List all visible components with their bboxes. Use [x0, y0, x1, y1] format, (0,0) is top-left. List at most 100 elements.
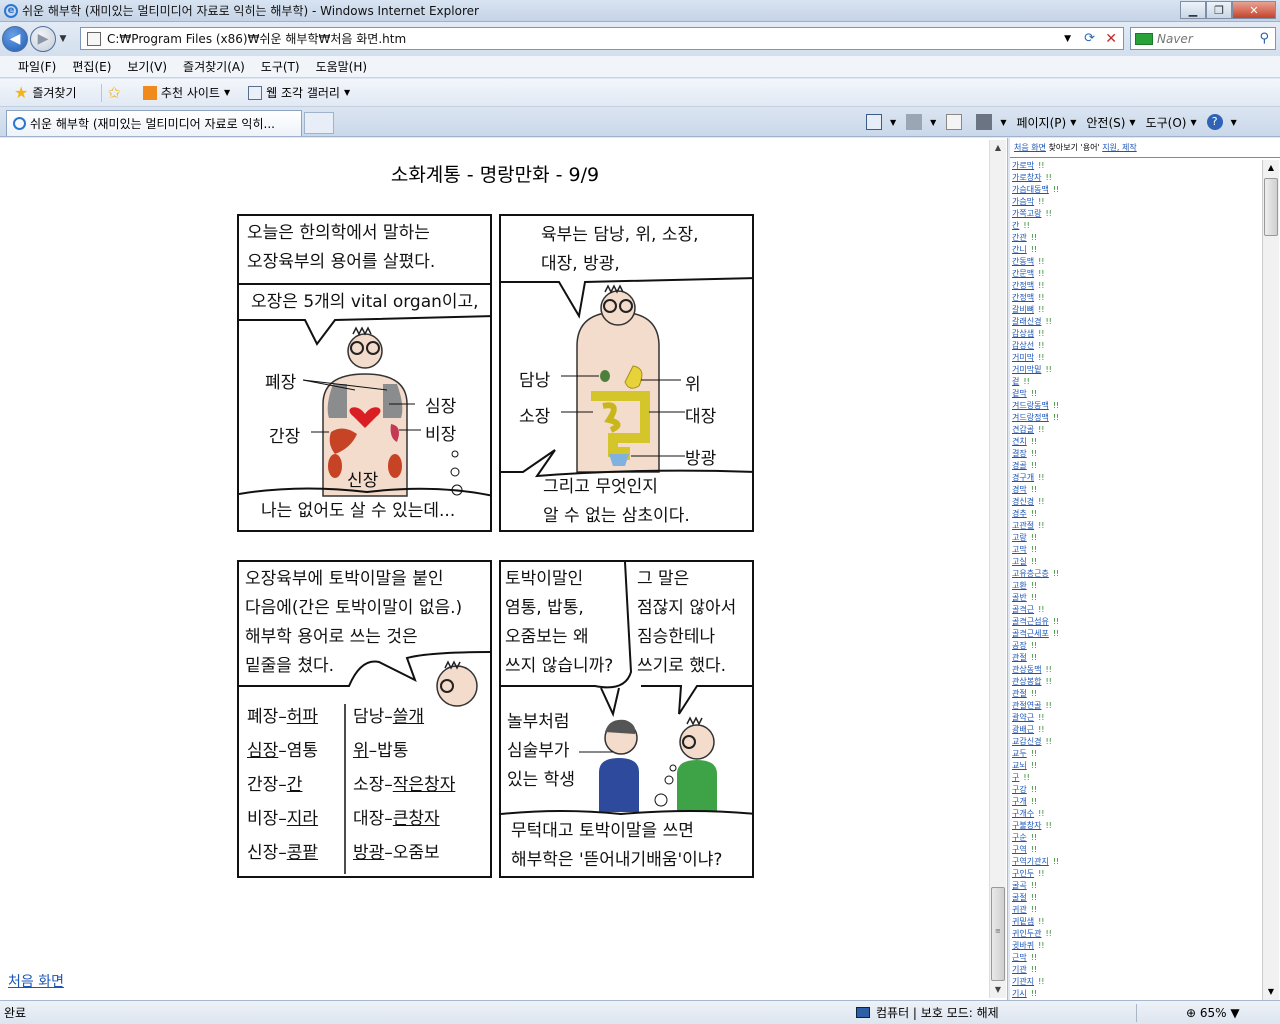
index-scroll-thumb[interactable]: [1264, 178, 1278, 236]
index-item-label[interactable]: 구인두: [1012, 869, 1034, 878]
index-item[interactable]: 가쪽고랑!!: [1012, 208, 1262, 220]
index-item-label[interactable]: 근막: [1012, 953, 1027, 962]
index-item-label[interactable]: 구불창자: [1012, 821, 1041, 830]
menu-file[interactable]: 파일(F): [18, 58, 56, 75]
index-item[interactable]: 관절!!: [1012, 688, 1262, 700]
index-item-label[interactable]: 경추: [1012, 509, 1027, 518]
index-item[interactable]: 갑상선!!: [1012, 340, 1262, 352]
security-zone[interactable]: 컴퓨터 | 보호 모드: 해제: [856, 1004, 999, 1021]
index-item-label[interactable]: 간정맥: [1012, 293, 1034, 302]
search-icon[interactable]: ⚲: [1259, 31, 1269, 46]
index-item[interactable]: 간니!!: [1012, 244, 1262, 256]
index-item[interactable]: 교감신경!!: [1012, 736, 1262, 748]
index-item-label[interactable]: 고막: [1012, 545, 1027, 554]
index-item-label[interactable]: 관상동맥: [1012, 665, 1041, 674]
index-item-label[interactable]: 골격근세포: [1012, 629, 1049, 638]
index-item[interactable]: 갑상샘!!: [1012, 328, 1262, 340]
print-button[interactable]: ▼: [976, 114, 1006, 130]
feeds-button[interactable]: ▼: [906, 114, 936, 130]
index-item[interactable]: 간문맥!!: [1012, 268, 1262, 280]
index-item-label[interactable]: 교뇌: [1012, 761, 1027, 770]
history-dropdown-icon[interactable]: ▼: [56, 34, 70, 44]
index-item[interactable]: 거미막!!: [1012, 352, 1262, 364]
index-scroll-down-icon[interactable]: ▼: [1263, 984, 1279, 1000]
index-item[interactable]: 경막!!: [1012, 484, 1262, 496]
index-item[interactable]: 기관!!: [1012, 964, 1262, 976]
index-item[interactable]: 거미막밑!!: [1012, 364, 1262, 376]
index-item-label[interactable]: 간정맥: [1012, 281, 1034, 290]
index-item-label[interactable]: 간니: [1012, 245, 1027, 254]
index-item[interactable]: 가로창자!!: [1012, 172, 1262, 184]
index-item[interactable]: 경추!!: [1012, 508, 1262, 520]
index-item-label[interactable]: 관절: [1012, 653, 1027, 662]
home-button[interactable]: ▼: [866, 114, 896, 130]
index-item-label[interactable]: 관상봉합: [1012, 677, 1041, 686]
index-item-label[interactable]: 구개수: [1012, 809, 1034, 818]
index-item-label[interactable]: 고유층근층: [1012, 569, 1049, 578]
suggested-sites-button[interactable]: 추천 사이트 ▼: [142, 84, 230, 101]
index-item[interactable]: 간정맥!!: [1012, 280, 1262, 292]
index-item[interactable]: 구역기관지!!: [1012, 856, 1262, 868]
back-button[interactable]: ◀: [2, 26, 28, 52]
favorites-button[interactable]: ★ 즐겨찾기: [14, 83, 77, 102]
index-item[interactable]: 겨드랑동맥!!: [1012, 400, 1262, 412]
index-item[interactable]: 간동맥!!: [1012, 256, 1262, 268]
index-item[interactable]: 겉막!!: [1012, 388, 1262, 400]
menu-edit[interactable]: 편집(E): [72, 58, 111, 75]
index-item[interactable]: 갈래신경!!: [1012, 316, 1262, 328]
index-item-label[interactable]: 가슴대동맥: [1012, 185, 1049, 194]
close-button[interactable]: ✕: [1232, 1, 1276, 19]
search-box[interactable]: ⚲: [1130, 27, 1276, 50]
index-item[interactable]: 경신경!!: [1012, 496, 1262, 508]
index-item-label[interactable]: 고실: [1012, 557, 1027, 566]
index-item[interactable]: 경구개!!: [1012, 472, 1262, 484]
index-item-label[interactable]: 교감신경: [1012, 737, 1041, 746]
web-slice-gallery-button[interactable]: 웹 조각 갤러리 ▼: [248, 84, 350, 101]
index-item-label[interactable]: 겉: [1012, 377, 1019, 386]
index-item-label[interactable]: 고관절: [1012, 521, 1034, 530]
index-item-label[interactable]: 고환: [1012, 581, 1027, 590]
index-item-label[interactable]: 귀인두관: [1012, 929, 1041, 938]
index-item-label[interactable]: 괄약근: [1012, 713, 1034, 722]
index-item-label[interactable]: 교두: [1012, 749, 1027, 758]
index-item[interactable]: 구강!!: [1012, 784, 1262, 796]
index-item-label[interactable]: 공장: [1012, 641, 1027, 650]
index-item-label[interactable]: 고랑: [1012, 533, 1027, 542]
index-item[interactable]: 귓바퀴!!: [1012, 940, 1262, 952]
refresh-icon[interactable]: ⟳: [1084, 31, 1095, 46]
index-item-label[interactable]: 거미막밑: [1012, 365, 1041, 374]
index-item[interactable]: 고관절!!: [1012, 520, 1262, 532]
new-tab-button[interactable]: [304, 112, 334, 134]
tab-current[interactable]: 쉬운 해부학 (재미있는 멀티미디어 자료로 익히...: [6, 110, 302, 136]
index-item[interactable]: 구인두!!: [1012, 868, 1262, 880]
index-item[interactable]: 고랑!!: [1012, 532, 1262, 544]
index-item-label[interactable]: 구: [1012, 773, 1019, 782]
index-item-label[interactable]: 골격근: [1012, 605, 1034, 614]
index-item-label[interactable]: 골반: [1012, 593, 1027, 602]
index-item[interactable]: 갈비뼈!!: [1012, 304, 1262, 316]
mail-button[interactable]: [946, 114, 966, 130]
index-item[interactable]: 귀관!!: [1012, 904, 1262, 916]
index-item[interactable]: 경골!!: [1012, 460, 1262, 472]
safety-menu[interactable]: 안전(S) ▼: [1086, 114, 1135, 131]
index-item[interactable]: 가슴막!!: [1012, 196, 1262, 208]
index-item[interactable]: 광배근!!: [1012, 724, 1262, 736]
home-link[interactable]: 처음 화면: [8, 971, 64, 991]
index-item[interactable]: 관절연골!!: [1012, 700, 1262, 712]
index-item-label[interactable]: 결장: [1012, 449, 1027, 458]
search-input[interactable]: [1157, 31, 1247, 46]
index-item[interactable]: 구순!!: [1012, 832, 1262, 844]
help-button[interactable]: ? ▼: [1206, 114, 1237, 130]
forward-button[interactable]: ▶: [30, 26, 56, 52]
index-item[interactable]: 근막!!: [1012, 952, 1262, 964]
index-item[interactable]: 결장!!: [1012, 448, 1262, 460]
index-item[interactable]: 고막!!: [1012, 544, 1262, 556]
index-item-label[interactable]: 경골: [1012, 461, 1027, 470]
index-item[interactable]: 공장!!: [1012, 640, 1262, 652]
index-item[interactable]: 견치!!: [1012, 436, 1262, 448]
zoom-control[interactable]: ⊕ 65% ▼: [1186, 1006, 1240, 1020]
index-scroll-up-icon[interactable]: ▲: [1263, 160, 1279, 176]
index-item-label[interactable]: 귀밑샘: [1012, 917, 1034, 926]
index-item-label[interactable]: 경막: [1012, 485, 1027, 494]
scroll-down-icon[interactable]: ▼: [990, 982, 1006, 998]
